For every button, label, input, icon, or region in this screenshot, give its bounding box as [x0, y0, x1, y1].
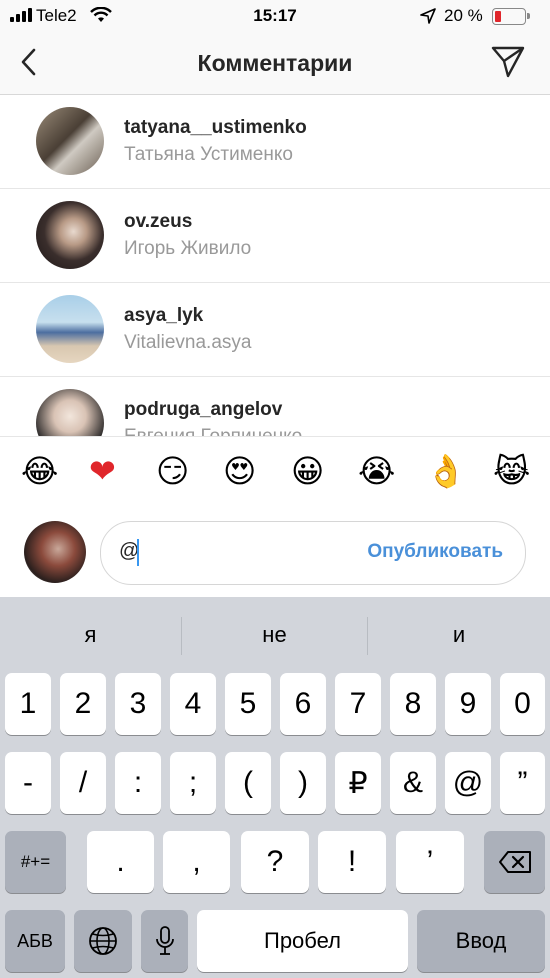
key-ampersand[interactable]: &	[390, 752, 436, 814]
key-6[interactable]: 6	[280, 673, 326, 735]
location-arrow-icon	[420, 8, 436, 24]
key-alphabet[interactable]: АБВ	[5, 910, 65, 972]
key-slash[interactable]: /	[60, 752, 106, 814]
full-name: Vitalievna.asya	[124, 332, 252, 353]
full-name: Евгения Горпиненко	[124, 426, 302, 436]
key-space[interactable]: Пробел	[197, 910, 408, 972]
publish-button[interactable]: Опубликовать	[367, 541, 503, 563]
key-colon[interactable]: :	[115, 752, 161, 814]
microphone-icon	[155, 926, 174, 955]
key-more-symbols[interactable]: #+=	[5, 831, 66, 893]
key-at[interactable]: @	[445, 752, 491, 814]
page-title: Комментарии	[197, 50, 353, 76]
key-quote[interactable]: ”	[500, 752, 545, 814]
globe-icon	[89, 927, 117, 955]
key-hyphen[interactable]: -	[5, 752, 51, 814]
key-exclamation[interactable]: !	[318, 831, 386, 893]
key-1[interactable]: 1	[5, 673, 51, 735]
full-name: Игорь Живило	[124, 238, 252, 259]
list-item[interactable]: asya_lyk Vitalievna.asya	[0, 283, 550, 377]
key-4[interactable]: 4	[170, 673, 216, 735]
list-item[interactable]: tatyana__ustimenko Татьяна Устименко	[0, 95, 550, 189]
emoji-sob-icon[interactable]: 😭	[358, 452, 395, 490]
key-semicolon[interactable]: ;	[170, 752, 216, 814]
key-close-paren[interactable]: )	[280, 752, 326, 814]
list-item[interactable]: podruga_angelov Евгения Горпиненко	[0, 377, 550, 436]
paper-plane-icon[interactable]	[490, 45, 526, 79]
key-ruble[interactable]: ₽	[335, 752, 381, 814]
key-2[interactable]: 2	[60, 673, 106, 735]
key-0[interactable]: 0	[500, 673, 545, 735]
list-item[interactable]: ov.zeus Игорь Живило	[0, 189, 550, 283]
key-period[interactable]: .	[87, 831, 154, 893]
avatar	[36, 389, 104, 436]
avatar	[36, 295, 104, 363]
key-7[interactable]: 7	[335, 673, 381, 735]
key-question[interactable]: ?	[241, 831, 309, 893]
suggestion-2[interactable]: не	[182, 622, 367, 648]
battery-icon	[492, 8, 526, 25]
avatar	[36, 107, 104, 175]
key-8[interactable]: 8	[390, 673, 436, 735]
key-5[interactable]: 5	[225, 673, 271, 735]
key-microphone[interactable]	[141, 910, 188, 972]
comment-input[interactable]: @ Опубликовать	[100, 521, 526, 585]
key-globe[interactable]	[74, 910, 132, 972]
suggestion-1[interactable]: я	[0, 622, 181, 648]
emoji-grinning-icon[interactable]: 😀	[291, 452, 324, 490]
battery-percent: 20 %	[444, 6, 483, 25]
status-bar: Tele2 15:17 20 %	[0, 0, 550, 32]
username: ov.zeus	[124, 211, 193, 232]
key-9[interactable]: 9	[445, 673, 491, 735]
emoji-cat-joy-icon[interactable]: 😹	[493, 452, 530, 490]
key-return[interactable]: Ввод	[417, 910, 545, 972]
key-backspace[interactable]	[484, 831, 545, 893]
avatar	[24, 521, 86, 583]
avatar	[36, 201, 104, 269]
emoji-ok-hand-icon[interactable]: 👌	[426, 452, 466, 490]
key-3[interactable]: 3	[115, 673, 161, 735]
username: asya_lyk	[124, 305, 204, 326]
backspace-icon	[498, 851, 531, 873]
key-open-paren[interactable]: (	[225, 752, 271, 814]
username: podruga_angelov	[124, 399, 283, 420]
nav-header: Комментарии	[0, 32, 550, 95]
emoji-heart-icon[interactable]: ❤	[89, 452, 116, 490]
full-name: Татьяна Устименко	[124, 144, 293, 165]
emoji-heart-eyes-icon[interactable]: 😍	[223, 452, 256, 490]
key-comma[interactable]: ,	[163, 831, 230, 893]
emoji-smirk-icon[interactable]: 😏	[156, 452, 189, 490]
key-apostrophe[interactable]: ’	[396, 831, 464, 893]
emoji-joy-icon[interactable]: 😂	[21, 452, 58, 490]
mention-list: tatyana__ustimenko Татьяна Устименко ov.…	[0, 95, 550, 436]
suggestion-3[interactable]: и	[368, 622, 550, 648]
username: tatyana__ustimenko	[124, 117, 307, 138]
text-cursor	[137, 539, 139, 566]
